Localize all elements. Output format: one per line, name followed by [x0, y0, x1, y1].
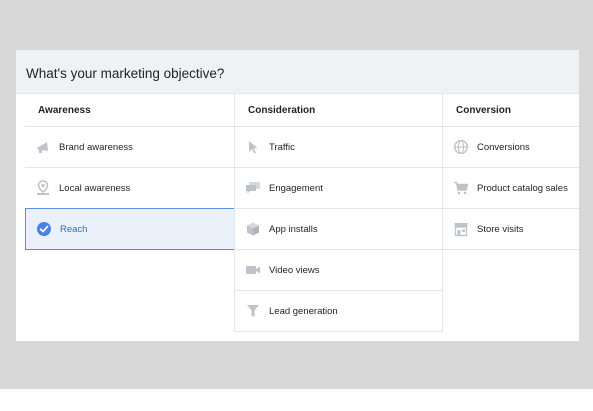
globe-icon — [453, 139, 469, 155]
objective-label: Product catalog sales — [477, 182, 568, 194]
page-title: What's your marketing objective? — [26, 66, 225, 81]
objective-lead-generation[interactable]: Lead generation — [234, 291, 443, 332]
map-pin-icon — [35, 180, 51, 196]
objective-product-catalog-sales[interactable]: Product catalog sales — [442, 168, 579, 209]
objective-label: Reach — [60, 223, 88, 235]
objective-video-views[interactable]: Video views — [234, 250, 443, 291]
objective-label: Store visits — [477, 223, 524, 235]
funnel-icon — [245, 303, 261, 319]
objective-brand-awareness[interactable]: Brand awareness — [25, 127, 235, 168]
objective-label: App installs — [269, 223, 318, 235]
objective-traffic[interactable]: Traffic — [234, 127, 443, 168]
objective-store-visits[interactable]: Store visits — [442, 209, 579, 250]
objective-reach[interactable]: Reach — [25, 208, 235, 250]
video-camera-icon — [245, 262, 261, 278]
chat-bubbles-icon — [245, 180, 261, 196]
objective-label: Lead generation — [269, 305, 338, 317]
column-heading-conversion: Conversion — [442, 94, 579, 127]
objective-label: Brand awareness — [59, 141, 133, 153]
check-circle-icon — [36, 221, 52, 237]
bottom-band — [0, 389, 593, 411]
objective-label: Video views — [269, 264, 320, 276]
objective-local-awareness[interactable]: Local awareness — [25, 168, 235, 209]
objective-app-installs[interactable]: App installs — [234, 209, 443, 250]
column-heading-awareness: Awareness — [25, 94, 235, 127]
column-awareness: Awareness Brand awareness Local awarenes… — [25, 94, 235, 341]
objective-engagement[interactable]: Engagement — [234, 168, 443, 209]
column-consideration: Consideration Traffic Engagement App ins… — [234, 94, 443, 341]
panel-header: What's your marketing objective? — [16, 50, 579, 94]
megaphone-icon — [35, 139, 51, 155]
objective-label: Engagement — [269, 182, 323, 194]
objective-panel: What's your marketing objective? Awarene… — [16, 50, 579, 341]
column-heading-consideration: Consideration — [234, 94, 443, 127]
box-icon — [245, 221, 261, 237]
column-conversion: Conversion Conversions Product catalog s… — [442, 94, 579, 341]
objective-label: Local awareness — [59, 182, 131, 194]
objective-label: Traffic — [269, 141, 295, 153]
cursor-icon — [245, 139, 261, 155]
objective-label: Conversions — [477, 141, 530, 153]
shopping-cart-icon — [453, 180, 469, 196]
objective-conversions[interactable]: Conversions — [442, 127, 579, 168]
store-icon — [453, 221, 469, 237]
